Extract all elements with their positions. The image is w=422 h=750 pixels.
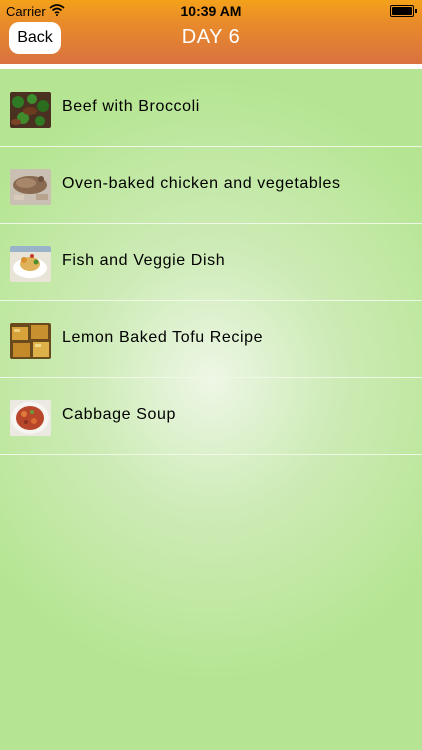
recipe-label: Fish and Veggie Dish xyxy=(62,252,226,269)
baked-chicken-thumbnail xyxy=(10,169,51,205)
recipe-label: Lemon Baked Tofu Recipe xyxy=(62,329,264,346)
recipe-row-fish-veggie[interactable]: Fish and Veggie Dish xyxy=(0,224,422,301)
lemon-tofu-thumbnail xyxy=(10,323,51,359)
fish-veggie-thumbnail xyxy=(10,246,51,282)
recipe-row-beef-broccoli[interactable]: Beef with Broccoli xyxy=(0,70,422,147)
recipe-label: Oven-baked chicken and vegetables xyxy=(62,175,341,192)
recipe-row-cabbage-soup[interactable]: Cabbage Soup xyxy=(0,378,422,455)
status-bar: Carrier 10:39 AM xyxy=(0,0,422,22)
recipe-list: Beef with Broccoli Oven-baked chicken an… xyxy=(0,70,422,455)
page-title: DAY 6 xyxy=(181,26,241,48)
battery-icon xyxy=(390,5,417,17)
clock-time: 10:39 AM xyxy=(180,3,242,19)
recipe-label: Beef with Broccoli xyxy=(62,98,200,115)
nav-divider xyxy=(0,64,422,69)
recipe-row-lemon-tofu[interactable]: Lemon Baked Tofu Recipe xyxy=(0,301,422,378)
recipe-label: Cabbage Soup xyxy=(62,406,176,423)
cabbage-soup-thumbnail xyxy=(10,400,51,436)
navigation-bar: Carrier 10:39 AM Back DAY 6 xyxy=(0,0,422,64)
recipe-row-baked-chicken[interactable]: Oven-baked chicken and vegetables xyxy=(0,147,422,224)
beef-broccoli-thumbnail xyxy=(10,92,51,128)
